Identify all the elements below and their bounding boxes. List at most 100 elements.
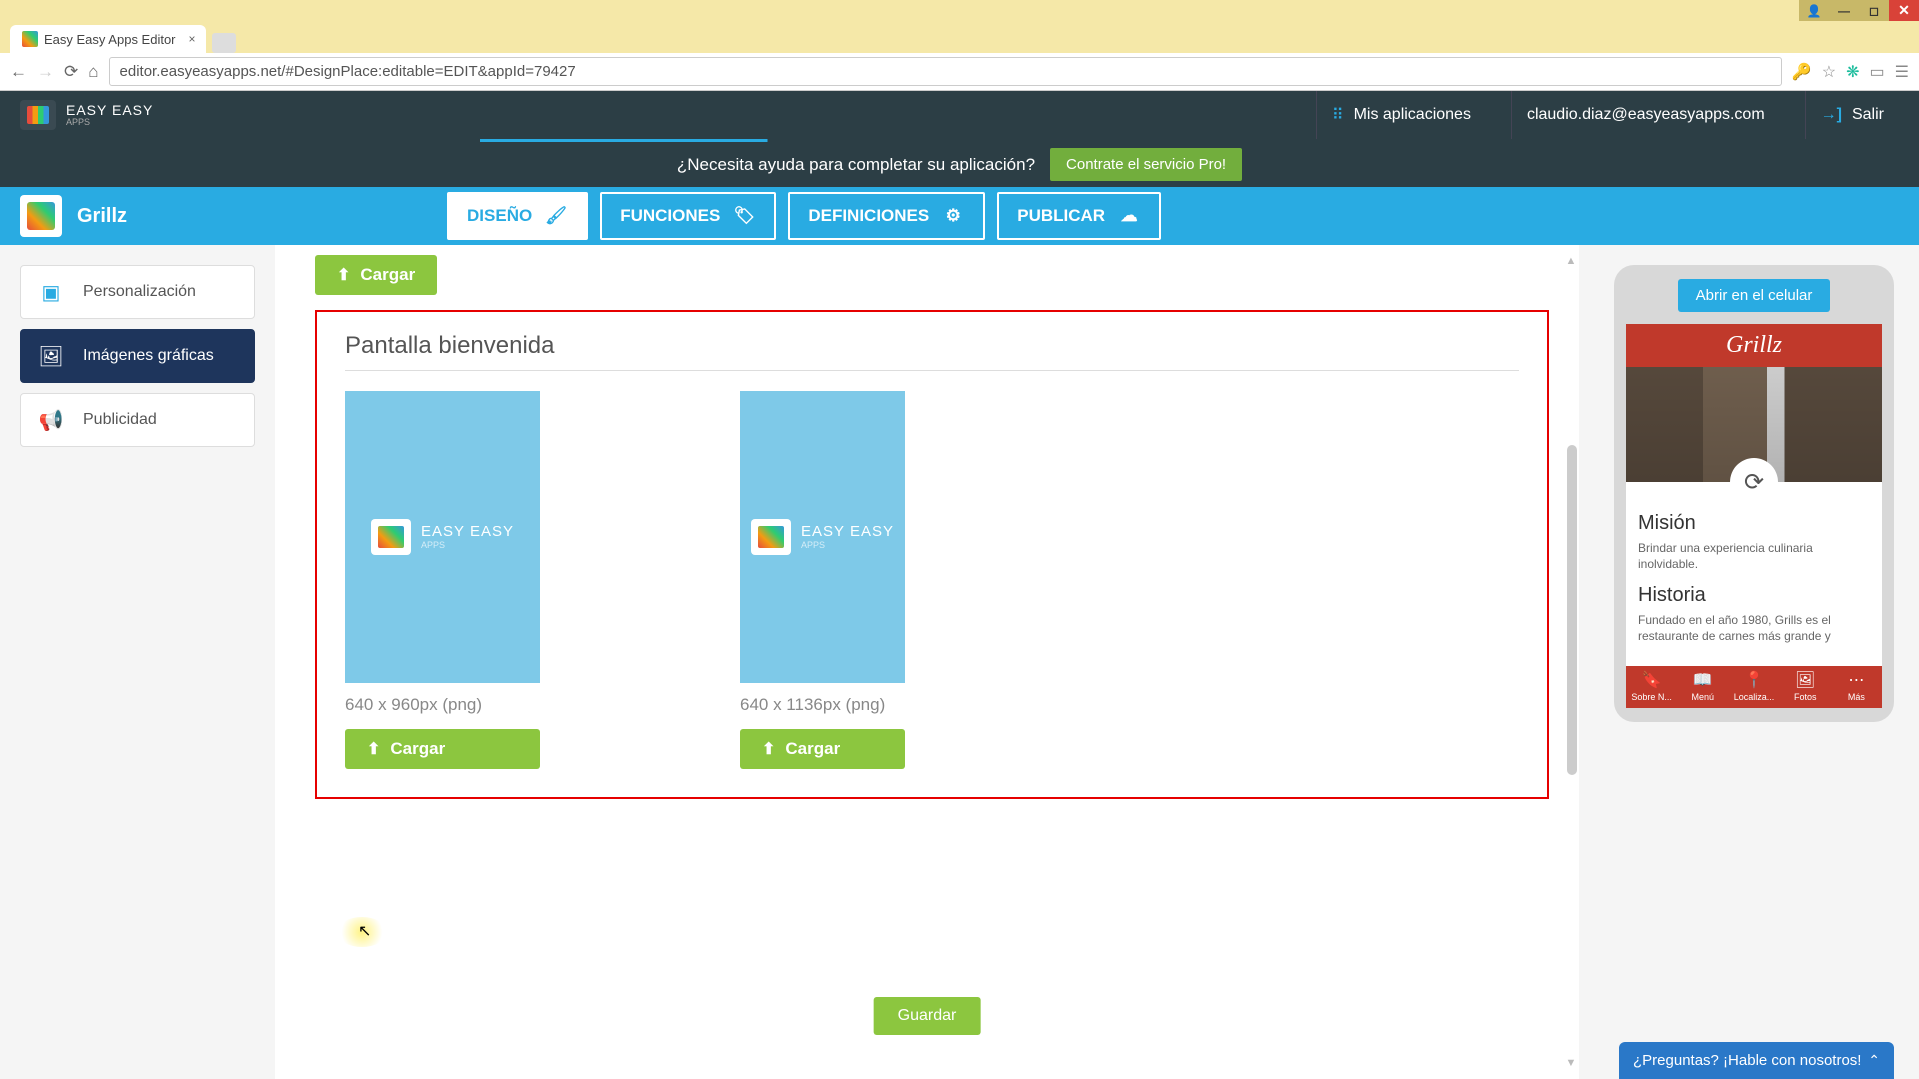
splash-2-column: EASY EASY APPS 640 x 1136px (png) ⬆ Carg… — [740, 391, 905, 769]
tab-design[interactable]: DISEÑO 🖌 — [447, 192, 588, 240]
section-title: Pantalla bienvenida — [345, 332, 1519, 371]
phone-nav-menu[interactable]: 📖 Menú — [1677, 666, 1728, 708]
chat-text: ¿Preguntas? ¡Hable con nosotros! — [1633, 1052, 1861, 1069]
window-user-icon[interactable]: 👤 — [1799, 0, 1829, 21]
tab-functions[interactable]: FUNCIONES 🏷 — [600, 192, 776, 240]
window-maximize-button[interactable]: ◻ — [1859, 0, 1889, 21]
splash-1-column: EASY EASY APPS 640 x 960px (png) ⬆ Carga… — [345, 391, 540, 769]
image-icon: 🖼 — [37, 344, 65, 368]
tab-title: Easy Easy Apps Editor — [44, 32, 176, 47]
brand-sub: APPS — [66, 117, 153, 127]
browser-titlebar: 👤 — ◻ ✕ — [0, 0, 1919, 21]
scroll-thumb[interactable] — [1567, 445, 1577, 775]
forward-icon[interactable]: → — [37, 62, 54, 82]
scrollbar[interactable]: ▲ ▼ — [1565, 255, 1577, 1069]
chat-widget[interactable]: ¿Preguntas? ¡Hable con nosotros! ⌃ — [1619, 1042, 1894, 1079]
brand-logo-icon — [20, 100, 56, 130]
extension-icon[interactable]: ❋ — [1846, 62, 1859, 82]
new-tab-button[interactable] — [212, 33, 236, 53]
phone-panel: Abrir en el celular Grillz ⟳ Misión Brin… — [1589, 245, 1919, 1079]
logout-link[interactable]: →] Salir — [1805, 91, 1899, 139]
logout-label: Salir — [1852, 106, 1884, 124]
device-icon[interactable]: ▭ — [1870, 62, 1885, 82]
history-heading: Historia — [1638, 584, 1870, 607]
welcome-screen-section: Pantalla bienvenida EASY EASY APPS — [315, 310, 1549, 799]
upload-icon: ⬆ — [367, 739, 380, 759]
my-apps-label: Mis aplicaciones — [1354, 106, 1471, 124]
splash-logo-icon — [751, 519, 791, 555]
tag-icon: 🏷 — [732, 204, 756, 228]
back-icon[interactable]: ← — [10, 62, 27, 82]
splash-1-dimensions: 640 x 960px (png) — [345, 695, 540, 715]
pro-service-button[interactable]: Contrate el servicio Pro! — [1050, 148, 1242, 181]
star-icon[interactable]: ☆ — [1822, 62, 1836, 82]
content-area: ⬆ Cargar Pantalla bienvenida EASY EASY A — [275, 245, 1579, 1079]
open-on-phone-button[interactable]: Abrir en el celular — [1678, 279, 1831, 312]
megaphone-icon: 📢 — [37, 408, 65, 432]
splash-2-dimensions: 640 x 1136px (png) — [740, 695, 905, 715]
cargar-button-top[interactable]: ⬆ Cargar — [315, 255, 437, 295]
splash-1-preview[interactable]: EASY EASY APPS — [345, 391, 540, 683]
save-button[interactable]: Guardar — [874, 997, 981, 1035]
tab-close-icon[interactable]: × — [189, 32, 196, 46]
sidebar-item-advertising[interactable]: 📢 Publicidad — [20, 393, 255, 447]
scroll-up-icon[interactable]: ▲ — [1565, 255, 1577, 267]
pin-icon: 📍 — [1728, 670, 1779, 690]
sidebar-item-graphic-images[interactable]: 🖼 Imágenes gráficas — [20, 329, 255, 383]
layout-icon: ▣ — [37, 280, 65, 304]
phone-nav-more[interactable]: ⋯ Más — [1831, 666, 1882, 708]
app-header: EASY EASY APPS ⠿ Mis aplicaciones claudi… — [0, 91, 1919, 139]
splash-logo-icon — [371, 519, 411, 555]
phone-nav-photos[interactable]: 🖼 Fotos — [1780, 666, 1831, 708]
tab-publish[interactable]: PUBLICAR ☁ — [997, 192, 1161, 240]
phone-frame: Abrir en el celular Grillz ⟳ Misión Brin… — [1614, 265, 1894, 722]
upload-icon: ⬆ — [762, 739, 775, 759]
url-input[interactable] — [109, 57, 1782, 86]
nav-bar: Grillz DISEÑO 🖌 FUNCIONES 🏷 DEFINICIONES… — [0, 187, 1919, 245]
cargar-button-1[interactable]: ⬆ Cargar — [345, 729, 540, 769]
cargar-button-2[interactable]: ⬆ Cargar — [740, 729, 905, 769]
mission-text: Brindar una experiencia culinaria inolvi… — [1638, 541, 1870, 572]
more-icon: ⋯ — [1831, 670, 1882, 690]
cursor-highlight — [337, 917, 387, 947]
upload-icon: ⬆ — [337, 265, 350, 285]
refresh-button[interactable]: ⟳ — [1730, 458, 1778, 506]
logout-icon: →] — [1821, 106, 1842, 124]
user-email[interactable]: claudio.diaz@easyeasyapps.com — [1511, 91, 1780, 139]
brand-main: EASY EASY — [66, 103, 153, 117]
window-minimize-button[interactable]: — — [1829, 0, 1859, 21]
cursor-icon: ↖ — [358, 921, 371, 941]
url-bar: ← → ⟳ ⌂ 🔑 ☆ ❋ ▭ ☰ — [0, 53, 1919, 91]
reload-icon[interactable]: ⟳ — [64, 62, 78, 82]
chevron-up-icon: ⌃ — [1868, 1052, 1880, 1069]
sidebar: ▣ Personalización 🖼 Imágenes gráficas 📢 … — [0, 245, 275, 1079]
app-icon[interactable] — [20, 195, 62, 237]
tab-bar: Easy Easy Apps Editor × — [0, 21, 1919, 53]
photo-icon: 🖼 — [1780, 670, 1831, 690]
sidebar-item-personalization[interactable]: ▣ Personalización — [20, 265, 255, 319]
app-name: Grillz — [77, 205, 127, 228]
scroll-down-icon[interactable]: ▼ — [1565, 1057, 1577, 1069]
phone-screen: Grillz ⟳ Misión Brindar una experiencia … — [1626, 324, 1882, 708]
book-icon: 📖 — [1677, 670, 1728, 690]
browser-tab[interactable]: Easy Easy Apps Editor × — [10, 25, 206, 53]
menu-icon[interactable]: ☰ — [1895, 62, 1909, 82]
phone-bottom-nav: 🔖 Sobre N... 📖 Menú 📍 Localiza... 🖼 Foto… — [1626, 666, 1882, 708]
phone-nav-location[interactable]: 📍 Localiza... — [1728, 666, 1779, 708]
phone-brand-header: Grillz — [1626, 324, 1882, 367]
apps-grid-icon: ⠿ — [1332, 105, 1344, 125]
open-icon: 🔖 — [1626, 670, 1677, 690]
home-icon[interactable]: ⌂ — [88, 62, 98, 82]
tab-definitions[interactable]: DEFINICIONES ⚙ — [788, 192, 985, 240]
tab-favicon-icon — [22, 31, 38, 47]
help-question: ¿Necesita ayuda para completar su aplica… — [677, 155, 1035, 175]
help-bar: ¿Necesita ayuda para completar su aplica… — [0, 139, 1919, 187]
brand-logo[interactable]: EASY EASY APPS — [20, 100, 153, 130]
key-icon[interactable]: 🔑 — [1792, 62, 1812, 82]
brush-icon: 🖌 — [544, 204, 568, 228]
phone-nav-about[interactable]: 🔖 Sobre N... — [1626, 666, 1677, 708]
splash-2-preview[interactable]: EASY EASY APPS — [740, 391, 905, 683]
window-close-button[interactable]: ✕ — [1889, 0, 1919, 21]
my-apps-link[interactable]: ⠿ Mis aplicaciones — [1316, 91, 1486, 139]
cloud-upload-icon: ☁ — [1117, 204, 1141, 228]
